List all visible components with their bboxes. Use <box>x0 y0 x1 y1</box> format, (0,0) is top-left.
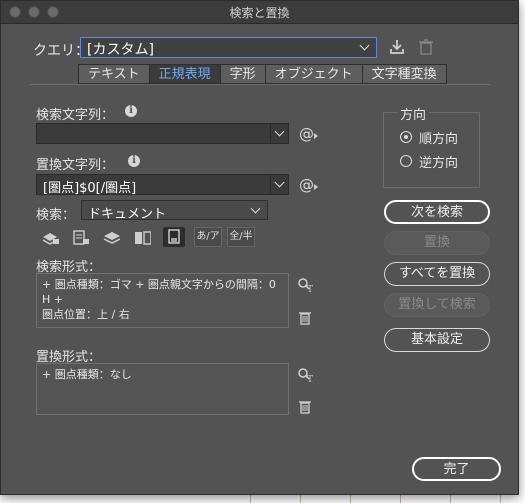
find-next-button[interactable]: 次を検索 <box>384 200 490 224</box>
chevron-down-icon <box>250 203 261 214</box>
tab-glyph[interactable]: 字形 <box>220 64 266 84</box>
clear-find-format-icon[interactable] <box>298 310 312 326</box>
find-change-dialog: 検索と置換 クエリ： [カスタム] テキスト 正規表現 字形 オブジェクト 文字… <box>0 0 519 495</box>
change-format-box[interactable]: + 圏点種類：なし <box>36 363 289 415</box>
tab-object[interactable]: オブジェクト <box>265 64 363 84</box>
change-button[interactable]: 置換 <box>384 231 490 255</box>
direction-group <box>383 112 480 188</box>
window-title: 検索と置換 <box>229 6 290 20</box>
tab-divider <box>30 84 491 85</box>
special-characters-replace-icon[interactable]: @ <box>299 176 314 194</box>
width-sensitive-toggle[interactable]: 全/半 <box>227 227 255 247</box>
special-characters-search-icon[interactable]: @ <box>299 125 314 143</box>
find-format-line: 圏点位置：上 / 右 <box>42 308 130 321</box>
find-format-line: + 圏点種類：ゴマ + 圏点親文字からの間隔：0 H + <box>42 278 276 306</box>
include-footnotes-toggle[interactable] <box>163 227 185 247</box>
done-button[interactable]: 完了 <box>412 457 501 481</box>
find-what-field[interactable] <box>36 123 289 144</box>
include-locked-layers-icon[interactable] <box>41 229 59 247</box>
menu-arrow-icon <box>314 133 318 139</box>
backward-radio[interactable] <box>400 155 412 167</box>
find-what-label: 検索文字列： <box>36 108 115 123</box>
delete-query-icon[interactable] <box>418 38 434 56</box>
change-to-label: 置換文字列： <box>36 158 115 173</box>
change-format-line: + 圏点種類：なし <box>42 368 132 381</box>
include-hidden-layers-icon[interactable] <box>102 229 120 247</box>
svg-text:T: T <box>307 375 313 383</box>
forward-radio[interactable] <box>400 131 412 143</box>
search-scope-value: ドキュメント <box>88 207 167 220</box>
chevron-down-icon[interactable] <box>274 177 285 188</box>
save-query-icon[interactable] <box>388 38 406 56</box>
title-bar[interactable]: 検索と置換 <box>1 1 518 24</box>
tab-text[interactable]: テキスト <box>78 64 150 84</box>
search-scope-label: 検索： <box>36 208 76 223</box>
tab-grep[interactable]: 正規表現 <box>149 64 221 84</box>
info-icon[interactable]: i <box>128 155 140 167</box>
tab-transliterate[interactable]: 文字種変換 <box>362 64 447 84</box>
info-icon[interactable]: i <box>125 105 137 117</box>
query-value: [カスタム] <box>87 42 154 58</box>
tab-bar: テキスト 正規表現 字形 オブジェクト 文字種変換 <box>78 64 447 84</box>
change-find-button[interactable]: 置換して検索 <box>384 293 490 317</box>
include-master-pages-icon[interactable] <box>133 229 151 247</box>
chevron-down-icon[interactable] <box>274 126 285 137</box>
query-select[interactable]: [カスタム] <box>80 37 377 58</box>
specify-change-format-icon[interactable]: T <box>297 367 315 383</box>
forward-label[interactable]: 順方向 <box>419 128 458 147</box>
chevron-down-icon <box>359 40 370 51</box>
svg-text:T: T <box>307 285 313 293</box>
more-options-button[interactable]: 基本設定 <box>384 328 490 352</box>
change-to-value: [圏点]$0[/圏点] <box>43 181 137 195</box>
backward-label[interactable]: 逆方向 <box>419 152 458 171</box>
change-to-field[interactable]: [圏点]$0[/圏点] <box>36 174 289 195</box>
specify-find-format-icon[interactable]: T <box>297 277 315 293</box>
kana-sensitive-toggle[interactable]: あ/ア <box>194 227 222 247</box>
clear-change-format-icon[interactable] <box>298 399 312 415</box>
menu-arrow-icon <box>314 184 318 190</box>
footnotes-icon <box>168 229 180 244</box>
include-locked-stories-icon[interactable] <box>71 229 89 247</box>
find-format-box[interactable]: + 圏点種類：ゴマ + 圏点親文字からの間隔：0 H + 圏点位置：上 / 右 <box>36 273 289 328</box>
direction-label: 方向 <box>397 104 430 123</box>
search-scope-select[interactable]: ドキュメント <box>81 200 268 220</box>
change-all-button[interactable]: すべてを置換 <box>384 262 490 286</box>
